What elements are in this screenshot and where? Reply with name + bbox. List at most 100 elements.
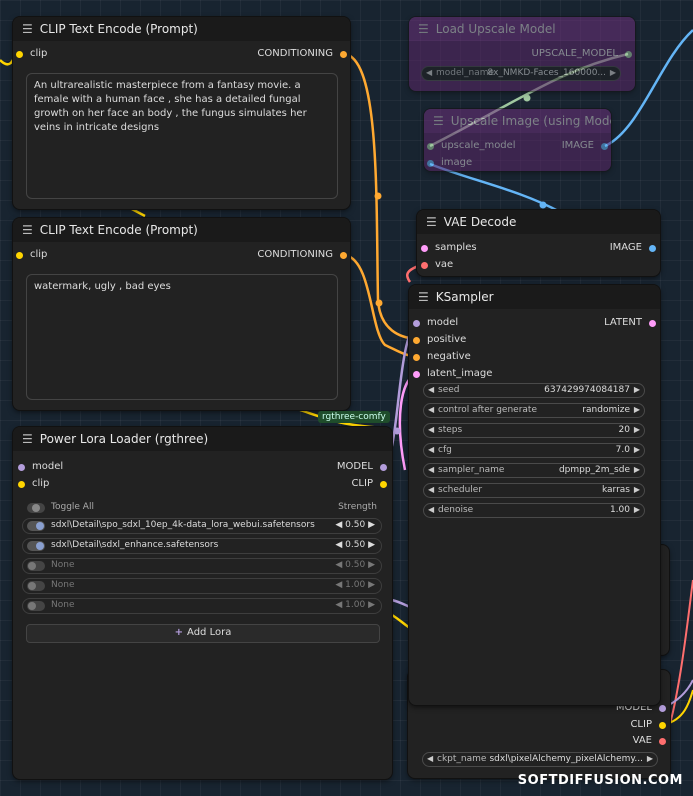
output-upscale-model[interactable]: UPSCALE_MODEL: [532, 48, 632, 59]
lora-row[interactable]: None ◀ 0.50 ▶: [22, 558, 382, 574]
lora-strength[interactable]: ◀ 1.00 ▶: [335, 600, 375, 610]
increase-icon[interactable]: ▶: [365, 540, 375, 550]
slot-dot-icon[interactable]: [16, 252, 23, 259]
reroute-dot[interactable]: [523, 94, 531, 102]
slot-dot-icon[interactable]: [427, 160, 434, 167]
toggle-all-row[interactable]: Toggle All Strength: [27, 502, 377, 516]
arrow-left-icon[interactable]: ◀: [426, 68, 432, 77]
menu-icon[interactable]: ☰: [22, 427, 33, 451]
lora-row[interactable]: None ◀ 1.00 ▶: [22, 598, 382, 614]
lora-toggle[interactable]: [27, 521, 45, 531]
slot-dot-icon[interactable]: [427, 143, 434, 150]
node-title[interactable]: ☰ KSampler: [409, 285, 660, 309]
reroute-dot[interactable]: [375, 299, 383, 307]
arrow-right-icon[interactable]: ▶: [634, 445, 640, 454]
menu-icon[interactable]: ☰: [22, 17, 33, 41]
lora-strength[interactable]: ◀ 0.50 ▶: [335, 520, 375, 530]
reroute-dot[interactable]: [393, 427, 401, 435]
decrease-icon[interactable]: ◀: [335, 580, 345, 590]
slot-dot-icon[interactable]: [340, 252, 347, 259]
lora-strength[interactable]: ◀ 1.00 ▶: [335, 580, 375, 590]
ckpt-name-widget[interactable]: ◀ ckpt_name sdxl\pixelAlchemy_pixelAlche…: [422, 752, 658, 767]
upscale-image-node[interactable]: ☰ Upscale Image (using Model) upscale_mod…: [424, 109, 611, 171]
output-clip[interactable]: CLIP: [630, 719, 666, 730]
output-conditioning[interactable]: CONDITIONING: [257, 249, 347, 260]
arrow-right-icon[interactable]: ▶: [634, 405, 640, 414]
lora-name[interactable]: None: [51, 600, 74, 610]
arrow-right-icon[interactable]: ▶: [634, 505, 640, 514]
arrow-right-icon[interactable]: ▶: [634, 385, 640, 394]
slot-dot-icon[interactable]: [649, 320, 656, 327]
increase-icon[interactable]: ▶: [365, 560, 375, 570]
decrease-icon[interactable]: ◀: [335, 520, 345, 530]
sampler-name-widget[interactable]: ◀ sampler_name dpmpp_2m_sde ▶: [423, 463, 645, 478]
steps-widget[interactable]: ◀ steps 20 ▶: [423, 423, 645, 438]
input-vae[interactable]: vae: [421, 259, 453, 270]
slot-dot-icon[interactable]: [18, 481, 25, 488]
arrow-right-icon[interactable]: ▶: [634, 425, 640, 434]
lora-name[interactable]: sdxl\Detail\spo_sdxl_10ep_4k-data_lora_w…: [51, 520, 315, 530]
output-conditioning[interactable]: CONDITIONING: [257, 48, 347, 59]
lora-strength[interactable]: ◀ 0.50 ▶: [335, 560, 375, 570]
input-image[interactable]: image: [427, 157, 472, 168]
lora-strength[interactable]: ◀ 0.50 ▶: [335, 540, 375, 550]
slot-dot-icon[interactable]: [413, 371, 420, 378]
node-title[interactable]: ☰ CLIP Text Encode (Prompt): [13, 17, 350, 41]
output-vae[interactable]: VAE: [633, 735, 666, 746]
load-upscale-model-node[interactable]: ☰ Load Upscale Model UPSCALE_MODEL ◀ mode…: [409, 17, 635, 91]
lora-row[interactable]: sdxl\Detail\sdxl_enhance.safetensors ◀ 0…: [22, 538, 382, 554]
node-title[interactable]: ☰ CLIP Text Encode (Prompt): [13, 218, 350, 242]
menu-icon[interactable]: ☰: [418, 17, 429, 41]
slot-dot-icon[interactable]: [421, 245, 428, 252]
arrow-left-icon[interactable]: ◀: [428, 465, 434, 474]
input-upscale-model[interactable]: upscale_model: [427, 140, 516, 151]
node-title[interactable]: ☰ Power Lora Loader (rgthree): [13, 427, 392, 451]
arrow-left-icon[interactable]: ◀: [428, 485, 434, 494]
arrow-left-icon[interactable]: ◀: [428, 425, 434, 434]
slot-dot-icon[interactable]: [421, 262, 428, 269]
slot-dot-icon[interactable]: [18, 464, 25, 471]
lora-row[interactable]: sdxl\Detail\spo_sdxl_10ep_4k-data_lora_w…: [22, 518, 382, 534]
lora-toggle[interactable]: [27, 561, 45, 571]
output-image[interactable]: IMAGE: [562, 140, 608, 151]
arrow-right-icon[interactable]: ▶: [634, 465, 640, 474]
slot-dot-icon[interactable]: [380, 481, 387, 488]
input-model[interactable]: model: [413, 317, 458, 328]
lora-name[interactable]: None: [51, 580, 74, 590]
arrow-left-icon[interactable]: ◀: [428, 505, 434, 514]
add-lora-button[interactable]: + Add Lora: [26, 624, 380, 643]
node-title[interactable]: ☰ Load Upscale Model: [409, 17, 635, 41]
power-lora-loader-node[interactable]: ☰ Power Lora Loader (rgthree) model clip …: [13, 427, 392, 779]
output-model[interactable]: MODEL: [337, 461, 387, 472]
seed-widget[interactable]: ◀ seed 637429974084187 ▶: [423, 383, 645, 398]
increase-icon[interactable]: ▶: [365, 520, 375, 530]
slot-dot-icon[interactable]: [649, 245, 656, 252]
reroute-dot[interactable]: [374, 192, 382, 200]
prompt-textarea[interactable]: watermark, ugly , bad eyes: [26, 274, 338, 400]
menu-icon[interactable]: ☰: [433, 109, 444, 133]
clip-text-encode-negative-node[interactable]: ☰ CLIP Text Encode (Prompt) clip CONDITIO…: [13, 218, 350, 410]
arrow-left-icon[interactable]: ◀: [428, 385, 434, 394]
arrow-right-icon[interactable]: ▶: [634, 485, 640, 494]
increase-icon[interactable]: ▶: [365, 580, 375, 590]
lora-row[interactable]: None ◀ 1.00 ▶: [22, 578, 382, 594]
menu-icon[interactable]: ☰: [418, 285, 429, 309]
arrow-left-icon[interactable]: ◀: [428, 405, 434, 414]
slot-dot-icon[interactable]: [16, 51, 23, 58]
toggle-all-switch[interactable]: [27, 503, 45, 513]
input-clip[interactable]: clip: [16, 249, 47, 260]
denoise-widget[interactable]: ◀ denoise 1.00 ▶: [423, 503, 645, 518]
input-positive[interactable]: positive: [413, 334, 466, 345]
slot-dot-icon[interactable]: [601, 143, 608, 150]
output-image[interactable]: IMAGE: [610, 242, 656, 253]
output-clip[interactable]: CLIP: [351, 478, 387, 489]
menu-icon[interactable]: ☰: [426, 210, 437, 234]
input-clip[interactable]: clip: [16, 48, 47, 59]
lora-name[interactable]: sdxl\Detail\sdxl_enhance.safetensors: [51, 540, 218, 550]
lora-toggle[interactable]: [27, 581, 45, 591]
model-name-widget[interactable]: ◀ model_name 8x_NMKD-Faces_160000... ▶: [421, 66, 621, 81]
lora-toggle[interactable]: [27, 601, 45, 611]
lora-name[interactable]: None: [51, 560, 74, 570]
slot-dot-icon[interactable]: [659, 705, 666, 712]
slot-dot-icon[interactable]: [413, 337, 420, 344]
